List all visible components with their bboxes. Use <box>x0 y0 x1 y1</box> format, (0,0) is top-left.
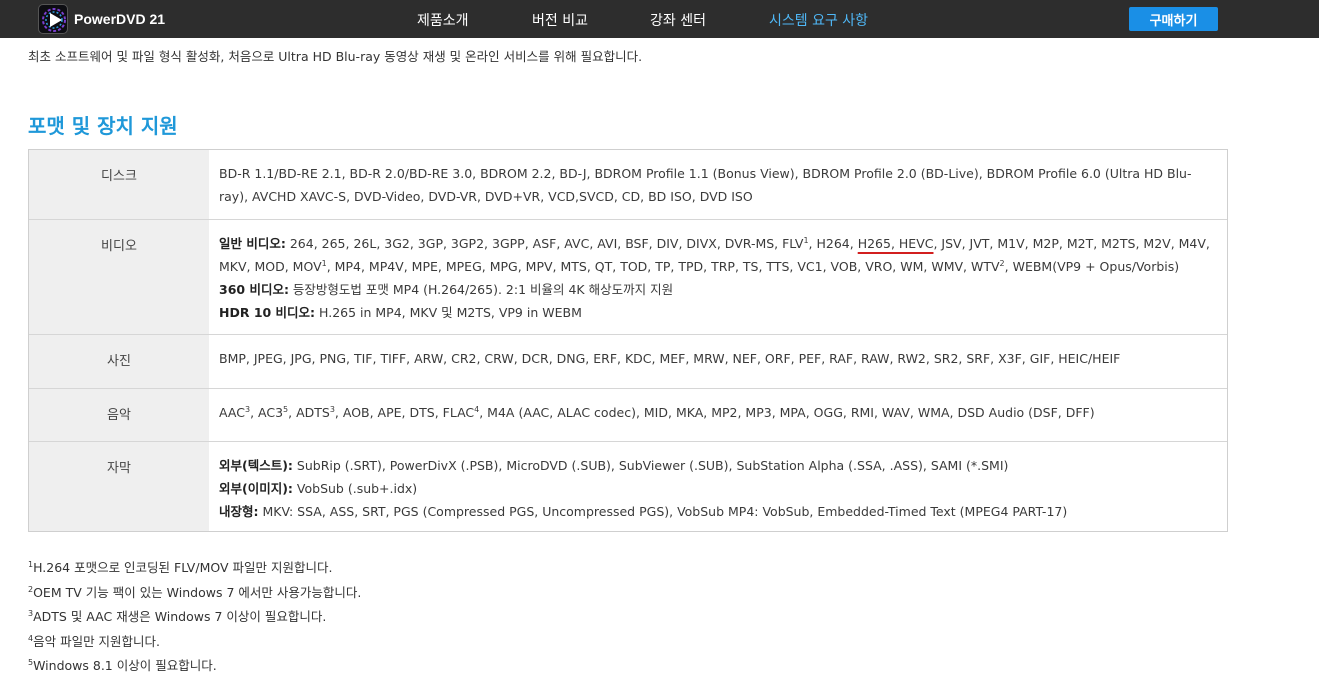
buy-button[interactable]: 구매하기 <box>1129 7 1218 31</box>
nav-version-compare[interactable]: 버전 비교 <box>532 10 588 30</box>
intro-text: 최초 소프트웨어 및 파일 형식 활성화, 처음으로 Ultra HD Blu-… <box>28 49 643 64</box>
row-label: 음악 <box>29 389 209 441</box>
table-row-subtitle: 자막 외부(텍스트): SubRip (.SRT), PowerDivX (.P… <box>29 441 1227 531</box>
external-text-line: 외부(텍스트): SubRip (.SRT), PowerDivX (.PSB)… <box>219 458 1009 473</box>
table-row-photo: 사진 BMP, JPEG, JPG, PNG, TIF, TIFF, ARW, … <box>29 334 1227 388</box>
footnote-2: 2OEM TV 기능 팩이 있는 Windows 7 에서만 사용가능합니다. <box>28 584 362 600</box>
row-value: 외부(텍스트): SubRip (.SRT), PowerDivX (.PSB)… <box>209 442 1227 531</box>
row-label: 사진 <box>29 335 209 388</box>
video-360-label: 360 비디오: <box>219 282 289 297</box>
external-image-line: 외부(이미지): VobSub (.sub+.idx) <box>219 481 418 496</box>
row-value: BMP, JPEG, JPG, PNG, TIF, TIFF, ARW, CR2… <box>219 351 1121 366</box>
table-row-video: 비디오 일반 비디오: 264, 265, 26L, 3G2, 3GP, 3GP… <box>29 219 1227 334</box>
table-row-disc: 디스크 BD-R 1.1/BD-RE 2.1, BD-R 2.0/BD-RE 3… <box>29 150 1227 219</box>
format-support-table: 디스크 BD-R 1.1/BD-RE 2.1, BD-R 2.0/BD-RE 3… <box>28 149 1228 532</box>
nav-system-requirements[interactable]: 시스템 요구 사항 <box>769 10 868 30</box>
nav-product-intro[interactable]: 제품소개 <box>417 10 469 30</box>
external-image-label: 외부(이미지): <box>219 481 293 496</box>
brand-name: PowerDVD 21 <box>74 11 166 27</box>
general-video-line: 일반 비디오: 264, 265, 26L, 3G2, 3GP, 3GP2, 3… <box>219 235 1210 274</box>
nav-tutorial-center[interactable]: 강좌 센터 <box>650 10 706 30</box>
footnotes: 1H.264 포맷으로 인코딩된 FLV/MOV 파일만 지원합니다. 2OEM… <box>28 556 361 679</box>
general-video-label: 일반 비디오: <box>219 236 286 251</box>
brand[interactable]: PowerDVD 21 <box>38 4 165 34</box>
powerdvd-logo-icon <box>38 4 68 34</box>
hdr10-label: HDR 10 비디오: <box>219 305 316 320</box>
row-value: 일반 비디오: 264, 265, 26L, 3G2, 3GP, 3GP2, 3… <box>209 220 1227 334</box>
footnote-3: 3ADTS 및 AAC 재생은 Windows 7 이상이 필요합니다. <box>28 608 327 624</box>
row-label: 디스크 <box>29 150 209 219</box>
table-row-music: 음악 AAC3, AC35, ADTS3, AOB, APE, DTS, FLA… <box>29 388 1227 441</box>
external-text-label: 외부(텍스트): <box>219 458 293 473</box>
footnote-4: 4음악 파일만 지원합니다. <box>28 633 161 649</box>
row-value: BD-R 1.1/BD-RE 2.1, BD-R 2.0/BD-RE 3.0, … <box>219 166 1192 204</box>
row-label: 자막 <box>29 442 209 531</box>
embedded-line: 내장형: MKV: SSA, ASS, SRT, PGS (Compressed… <box>219 504 1068 519</box>
hdr10-line: HDR 10 비디오: H.265 in MP4, MKV 및 M2TS, VP… <box>219 305 582 320</box>
top-navigation-bar: PowerDVD 21 제품소개 버전 비교 강좌 센터 시스템 요구 사항 구… <box>0 0 1319 38</box>
highlighted-hevc: H265, HEVC <box>857 236 934 251</box>
section-title: 포맷 및 장치 지원 <box>28 114 178 138</box>
row-value: AAC3, AC35, ADTS3, AOB, APE, DTS, FLAC4,… <box>219 404 1095 420</box>
footnote-1: 1H.264 포맷으로 인코딩된 FLV/MOV 파일만 지원합니다. <box>28 559 333 575</box>
embedded-label: 내장형: <box>219 504 259 519</box>
row-label: 비디오 <box>29 220 209 334</box>
video-360-line: 360 비디오: 등장방형도법 포맷 MP4 (H.264/265). 2:1 … <box>219 282 674 297</box>
footnote-5: 5Windows 8.1 이상이 필요합니다. <box>28 657 217 673</box>
